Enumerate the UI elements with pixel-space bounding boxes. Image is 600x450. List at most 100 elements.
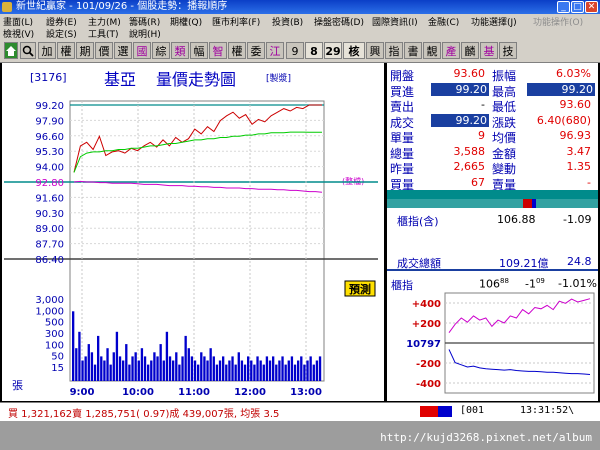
volume-bar: [218, 360, 222, 381]
menu-function-select[interactable]: 功能選擇(J): [471, 15, 517, 28]
mini-tick: +400: [412, 299, 441, 310]
quote-panel: 開盤 93.60 振幅 6.03% 買進 99.20 最高 99.20 賣出 - 最低 93.60 成交…: [387, 63, 598, 401]
menu-view[interactable]: 檢視(V): [3, 27, 34, 40]
volume-bar: [190, 356, 194, 381]
volume-tick: 100: [45, 340, 64, 351]
minimize-button[interactable]: _: [557, 1, 570, 13]
toolbar-btn-9[interactable]: 幅: [190, 42, 208, 59]
toolbar-btn-19[interactable]: 指: [385, 42, 403, 59]
volume-bar: [234, 364, 237, 381]
series-line: [73, 180, 323, 193]
turnover-change: 24.8: [567, 255, 592, 268]
app-icon: [2, 2, 12, 12]
price-volume-chart: [3176] 基亞 量價走勢圖 [製漿] (整檔) 預測 張 99.20 97.9…: [2, 63, 384, 401]
time-tick: 10:00: [122, 387, 154, 398]
toolbar-btn-17[interactable]: 核: [343, 42, 365, 59]
time-axis: 9:00 10:00 11:00 12:00 13:00: [70, 387, 322, 398]
toolbar-btn-24[interactable]: 基: [480, 42, 498, 59]
toolbar-btn-25[interactable]: 技: [499, 42, 517, 59]
toolbar-btn-1[interactable]: 加: [38, 42, 56, 59]
volume-bar: [206, 360, 209, 381]
price-tick: 86.40: [35, 255, 64, 266]
volume-bar: [172, 360, 175, 381]
toolbar-btn-16[interactable]: 29: [324, 42, 342, 59]
volume-bar: [209, 348, 212, 381]
toolbar-btn-2[interactable]: 權: [57, 42, 75, 59]
ref-tag: (整檔): [342, 176, 364, 186]
chart-mode[interactable]: [製漿]: [266, 72, 291, 84]
volume-bar: [318, 356, 322, 381]
status-red-block: [420, 406, 438, 417]
close-button[interactable]: ✕: [585, 1, 598, 13]
volume-tick: 300: [45, 329, 64, 340]
toolbar-btn-4[interactable]: 價: [95, 42, 113, 59]
menu-finance[interactable]: 金融(C): [428, 15, 459, 28]
toolbar-btn-21[interactable]: 靚: [423, 42, 441, 59]
window-title: 新世紀贏家 - 101/09/26 - 個股走勢：播報順序: [16, 1, 228, 12]
toolbar-btn-18[interactable]: 興: [366, 42, 384, 59]
menu-help[interactable]: 說明(H): [129, 27, 161, 40]
volume-bar: [193, 360, 197, 381]
volume-bar: [309, 356, 312, 381]
price-tick: 97.90: [35, 116, 64, 127]
menu-forex[interactable]: 匯市利率(F): [212, 15, 260, 28]
price-tick: 99.20: [35, 101, 64, 112]
plot-frame: [69, 100, 325, 382]
toolbar-btn-13[interactable]: 江: [266, 42, 284, 59]
toolbar-btn-3[interactable]: 期: [76, 42, 94, 59]
volume-bar: [215, 364, 219, 381]
menu-options[interactable]: 期權(Q): [170, 15, 202, 28]
search-icon[interactable]: [20, 42, 36, 59]
volume-bar: [128, 364, 131, 381]
mini-value: 10688: [479, 277, 509, 291]
mini-label: 櫃指: [391, 279, 413, 292]
forecast-label[interactable]: 預測: [349, 282, 371, 296]
toolbar-btn-14[interactable]: 9: [286, 42, 304, 59]
volume-bar: [197, 364, 200, 381]
volume-bar: [231, 356, 234, 381]
toolbar-btn-10[interactable]: 智: [209, 42, 227, 59]
toolbar-btn-15[interactable]: 8: [305, 42, 323, 59]
volume-bar: [303, 364, 306, 381]
volume-bar: [72, 311, 75, 381]
volume-bar: [143, 356, 147, 381]
volume-bar: [243, 364, 247, 381]
toolbar-btn-7[interactable]: 綜: [152, 42, 170, 59]
toolbar-btn-23[interactable]: 麟: [461, 42, 479, 59]
stock-name: 基亞: [104, 70, 136, 89]
volume-bar: [315, 360, 319, 381]
price-tick: 89.00: [35, 224, 64, 235]
toolbar-btn-5[interactable]: 選: [114, 42, 132, 59]
bid-ask-bar: [387, 190, 598, 199]
menu-settings[interactable]: 設定(S): [46, 27, 77, 40]
ask-indicator: [532, 199, 536, 208]
toolbar-btn-12[interactable]: 委: [247, 42, 265, 59]
home-icon[interactable]: [4, 42, 18, 59]
menu-international[interactable]: 國際資訊(I): [372, 15, 418, 28]
volume-bar: [306, 360, 309, 381]
index-label: 櫃指(含): [397, 215, 439, 228]
volume-bar: [237, 352, 240, 381]
volume-bar: [90, 352, 94, 381]
toolbar-btn-11[interactable]: 權: [228, 42, 246, 59]
mini-value-decimal: 88: [500, 277, 509, 285]
volume-bar: [259, 360, 262, 381]
volume-bar: [93, 364, 97, 381]
volume-bar: [293, 364, 297, 381]
menu-trading-code[interactable]: 操盤密碼(D): [314, 15, 364, 28]
volume-bar: [253, 364, 256, 381]
toolbar-btn-6[interactable]: 國: [133, 42, 151, 59]
code-field[interactable]: [001: [460, 405, 484, 416]
price-axis: 99.20 97.90 96.60 95.30 94.00 92.80 91.60 90.30…: [35, 101, 64, 266]
menu-tools[interactable]: 工具(T): [88, 27, 119, 40]
stock-code: [3176]: [30, 71, 67, 84]
toolbar-btn-8[interactable]: 類: [171, 42, 189, 59]
toolbar-btn-20[interactable]: 書: [404, 42, 422, 59]
time-tick: 9:00: [70, 387, 95, 398]
toolbar-btn-22[interactable]: 產: [442, 42, 460, 59]
menu-invest[interactable]: 投資(B): [272, 15, 303, 28]
index-value: 106.88: [497, 213, 536, 226]
volume-bar: [222, 356, 225, 381]
maximize-button[interactable]: □: [571, 1, 584, 13]
mini-change-decimal: 09: [535, 277, 545, 285]
